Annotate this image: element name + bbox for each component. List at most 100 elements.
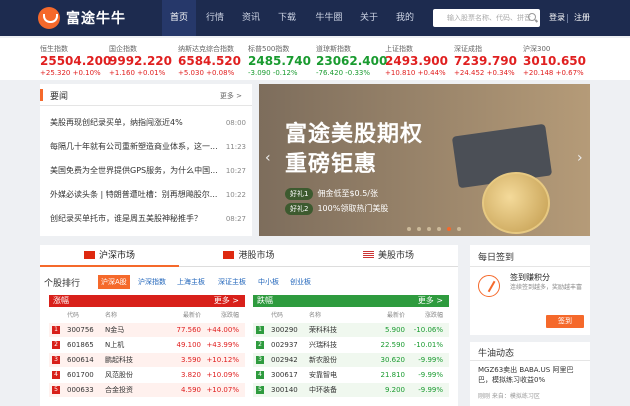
table-row[interactable]: 4 300617 安靠智电 21.810 -9.99% bbox=[253, 368, 449, 382]
news-item[interactable]: 每隔几十年就有公司重新塑造商业体系，这一... 11:23 bbox=[50, 138, 246, 156]
news-item[interactable]: 美股再现创纪录买单，纳指闯涨近4% 08:00 bbox=[50, 114, 246, 132]
stock-price: 49.100 bbox=[176, 341, 202, 349]
nav-home[interactable]: 首页 bbox=[162, 0, 196, 36]
futu-logo-icon[interactable] bbox=[38, 7, 60, 29]
nav-download[interactable]: 下载 bbox=[271, 0, 303, 36]
table-row[interactable]: 4 601700 风范股份 3.820 +10.09% bbox=[49, 368, 245, 382]
table-row[interactable]: 5 300140 中环装备 9.200 -9.99% bbox=[253, 383, 449, 397]
table-row[interactable]: 5 000633 合金投资 4.590 +10.07% bbox=[49, 383, 245, 397]
stock-name[interactable]: N金马 bbox=[105, 323, 124, 337]
signin-header: 每日签到 bbox=[470, 245, 590, 267]
losers-more-link[interactable]: 更多 > bbox=[418, 295, 443, 307]
nav-quotes[interactable]: 行情 bbox=[199, 0, 231, 36]
index-change: +20.148 bbox=[523, 69, 554, 77]
gift-tag: 好礼2 bbox=[285, 203, 314, 215]
table-row[interactable]: 3 600614 鹏起科技 3.590 +10.12% bbox=[49, 353, 245, 367]
news-more-link[interactable]: 更多 > bbox=[220, 91, 242, 101]
stock-name[interactable]: 兴瑞科技 bbox=[309, 338, 337, 352]
chevron-right-icon[interactable]: › bbox=[577, 150, 583, 166]
stock-code: 300756 bbox=[67, 326, 94, 334]
news-headline[interactable]: 外媒必读头条 | 特朗普遭吐槽：别再想飚股尔... bbox=[50, 186, 218, 204]
stock-name[interactable]: 合金投资 bbox=[105, 383, 133, 397]
stock-name[interactable]: 中环装备 bbox=[309, 383, 337, 397]
tab-hk-market[interactable]: 港股市场 bbox=[179, 245, 319, 267]
banner-subtitle: 重磅钜惠 bbox=[285, 152, 378, 177]
news-headline[interactable]: 美股再现创纪录买单，纳指闯涨近4% bbox=[50, 114, 218, 132]
table-row[interactable]: 2 002937 兴瑞科技 22.590 -10.01% bbox=[253, 338, 449, 352]
nav-about[interactable]: 关于 bbox=[353, 0, 385, 36]
signin-button[interactable]: 签到 bbox=[546, 315, 584, 328]
stock-price: 21.810 bbox=[380, 371, 406, 379]
nav-mine[interactable]: 我的 bbox=[389, 0, 421, 36]
news-item[interactable]: 美国免费为全世界提供GPS服务，为什么中国... 10:27 bbox=[50, 162, 246, 180]
subtab-chinext[interactable]: 创业板 bbox=[290, 275, 311, 289]
nav-community[interactable]: 牛牛圈 bbox=[309, 0, 349, 36]
column-header-row: 代码 名称 最新价 涨跌幅 bbox=[49, 310, 245, 320]
subtab-indices[interactable]: 沪深指数 bbox=[138, 275, 166, 289]
news-headline[interactable]: 每隔几十年就有公司重新塑造商业体系，这一... bbox=[50, 138, 218, 156]
carousel-dot[interactable] bbox=[447, 227, 451, 231]
feed-item-text[interactable]: MGZ63卖出 BABA.US 阿里巴巴，模拟练习收益0% bbox=[478, 365, 586, 385]
index-change: -3.090 bbox=[248, 69, 271, 77]
header-accent bbox=[40, 89, 43, 101]
subtab-sme[interactable]: 中小板 bbox=[258, 275, 279, 289]
index-change: +24.452 bbox=[454, 69, 485, 77]
signin-panel: 每日签到 签到赚积分 连续签到越多，奖励越丰富 签到 bbox=[470, 245, 590, 335]
table-row[interactable]: 1 300756 N金马 77.560 +44.00% bbox=[49, 323, 245, 337]
rank-badge: 5 bbox=[256, 386, 264, 394]
index-value: 23062.400 bbox=[316, 54, 388, 68]
chevron-left-icon[interactable]: ‹ bbox=[265, 150, 271, 166]
subtab-a-shares[interactable]: 沪深A股 bbox=[98, 275, 130, 289]
news-item[interactable]: 创纪录买单托市，谁是周五美股神秘推手？ 08:27 bbox=[50, 210, 246, 228]
register-link[interactable]: 注册 bbox=[574, 0, 590, 36]
banner-title: 富途美股期权 bbox=[285, 122, 424, 147]
carousel-dot[interactable] bbox=[427, 227, 431, 231]
search-input[interactable]: 输入股票名称、代码、拼音 bbox=[433, 9, 540, 27]
tab-label: 港股市场 bbox=[238, 251, 275, 261]
index-pct: +0.44% bbox=[417, 69, 446, 77]
index-name: 沪深300 bbox=[523, 45, 551, 53]
login-link[interactable]: 登录 bbox=[549, 0, 565, 36]
stock-name[interactable]: 荣科科技 bbox=[309, 323, 337, 337]
index-name: 恒生指数 bbox=[40, 45, 68, 53]
stock-name[interactable]: N上机 bbox=[105, 338, 124, 352]
stock-price: 3.820 bbox=[180, 371, 201, 379]
stock-code: 002942 bbox=[271, 356, 298, 364]
carousel-dot[interactable] bbox=[457, 227, 461, 231]
stock-name[interactable]: 安靠智电 bbox=[309, 368, 337, 382]
index-name: 纳斯达克综合指数 bbox=[178, 45, 234, 53]
subtab-shanghai[interactable]: 上海主板 bbox=[177, 275, 205, 289]
brand-name[interactable]: 富途牛牛 bbox=[66, 8, 126, 28]
carousel-dot[interactable] bbox=[407, 227, 411, 231]
table-row[interactable]: 1 300290 荣科科技 5.900 -10.06% bbox=[253, 323, 449, 337]
carousel-dot[interactable] bbox=[437, 227, 441, 231]
news-item[interactable]: 外媒必读头条 | 特朗普遭吐槽：别再想飚股尔... 10:22 bbox=[50, 186, 246, 204]
stock-price: 22.590 bbox=[380, 341, 406, 349]
news-time: 11:23 bbox=[225, 143, 246, 151]
news-header: 要闻 更多 > bbox=[40, 84, 252, 106]
nav-news[interactable]: 资讯 bbox=[235, 0, 267, 36]
rank-badge: 2 bbox=[256, 341, 264, 349]
index-ticker: 恒生指数 25504.200 +25.320 +0.10% 国企指数 9992.220… bbox=[0, 38, 630, 80]
news-headline[interactable]: 美国免费为全世界提供GPS服务，为什么中国... bbox=[50, 162, 218, 180]
promo-banner[interactable]: 富途美股期权 重磅钜惠 好礼1 佣金低至$0.5/张 好礼2 100%领取热门美股 … bbox=[259, 84, 590, 236]
stock-name[interactable]: 风范股份 bbox=[105, 368, 133, 382]
search-icon[interactable] bbox=[528, 13, 536, 21]
index-name: 道琼斯指数 bbox=[316, 45, 351, 53]
index-pct: +0.67% bbox=[555, 69, 584, 77]
stock-pct: +44.00% bbox=[206, 326, 239, 334]
tab-us-market[interactable]: 美股市场 bbox=[319, 245, 458, 267]
offer-text: 100%领取热门美股 bbox=[317, 204, 389, 213]
news-headline[interactable]: 创纪录买单托市，谁是周五美股神秘推手？ bbox=[50, 210, 218, 228]
col-pct: 涨跌幅 bbox=[424, 312, 443, 319]
coin-graphic bbox=[482, 172, 550, 234]
stock-code: 000633 bbox=[67, 386, 94, 394]
gainers-more-link[interactable]: 更多 > bbox=[214, 295, 239, 307]
stock-name[interactable]: 鹏起科技 bbox=[105, 353, 133, 367]
table-row[interactable]: 2 601865 N上机 49.100 +43.99% bbox=[49, 338, 245, 352]
table-row[interactable]: 3 002942 新农股份 30.620 -9.99% bbox=[253, 353, 449, 367]
stock-name[interactable]: 新农股份 bbox=[309, 353, 337, 367]
subtab-shenzhen[interactable]: 深证主板 bbox=[218, 275, 246, 289]
tab-cn-market[interactable]: 沪深市场 bbox=[40, 245, 179, 267]
carousel-dot[interactable] bbox=[417, 227, 421, 231]
